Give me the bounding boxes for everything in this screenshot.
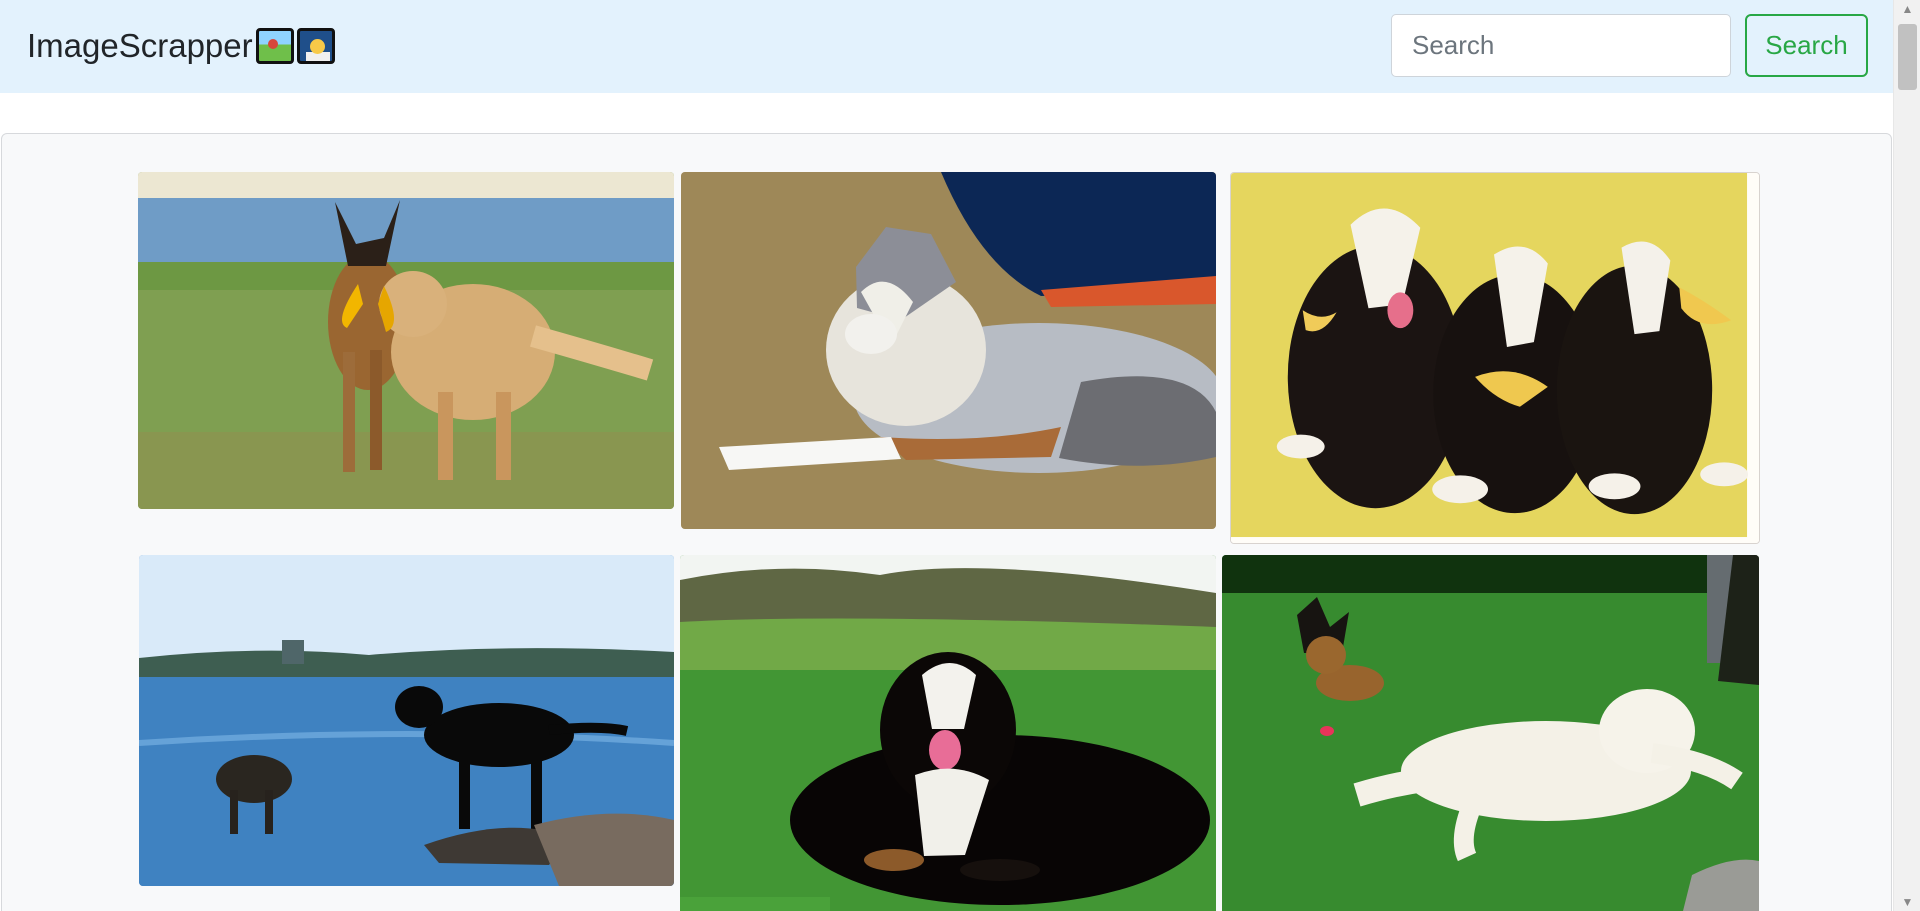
scrollbar-thumb[interactable] <box>1898 24 1917 90</box>
gallery-image-3[interactable] <box>1230 172 1760 544</box>
technologist-icon <box>296 28 335 64</box>
gallery-image-5[interactable] <box>680 555 1216 911</box>
scroll-up-arrow-icon[interactable]: ▲ <box>1894 0 1920 18</box>
gallery-image-6[interactable] <box>1222 555 1759 911</box>
page-viewport: ImageScrapper Search <box>0 0 1893 911</box>
search-input[interactable] <box>1391 14 1731 77</box>
gallery-image-2[interactable] <box>681 172 1216 529</box>
vertical-scrollbar[interactable]: ▲ ▼ <box>1893 0 1920 911</box>
brand-text: ImageScrapper <box>27 27 253 64</box>
navbar: ImageScrapper Search <box>0 0 1893 93</box>
brand-link[interactable]: ImageScrapper <box>27 27 335 65</box>
image-gallery <box>1 133 1892 911</box>
gallery-image-1[interactable] <box>138 172 674 509</box>
search-button[interactable]: Search <box>1745 14 1868 77</box>
scroll-down-arrow-icon[interactable]: ▼ <box>1894 893 1920 911</box>
gallery-image-4[interactable] <box>139 555 674 886</box>
framed-picture-icon <box>255 28 294 64</box>
